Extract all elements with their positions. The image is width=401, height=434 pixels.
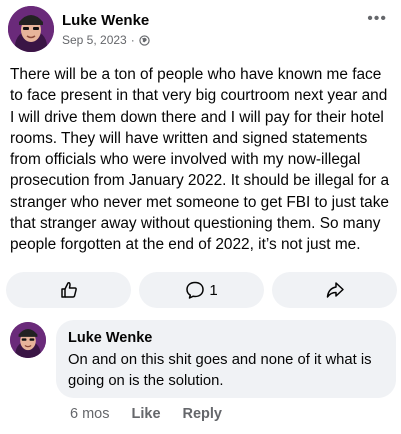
meta-separator: · <box>130 33 135 47</box>
comment-count: 1 <box>209 281 218 299</box>
comment-text: On and on this shit goes and none of it … <box>68 352 372 389</box>
avatar[interactable] <box>8 6 54 52</box>
comment-avatar[interactable] <box>10 322 46 358</box>
like-button[interactable] <box>6 272 131 308</box>
post-date[interactable]: Sep 5, 2023 <box>62 33 127 47</box>
avatar-image <box>8 6 54 52</box>
more-icon[interactable]: ••• <box>367 11 387 27</box>
thumbs-up-icon <box>60 282 77 298</box>
comment-button[interactable]: 1 <box>139 272 264 308</box>
comment-bubble: Luke Wenke On and on this shit goes and … <box>56 320 396 398</box>
post-meta: Sep 5, 2023 · <box>62 33 150 47</box>
comment-author-name[interactable]: Luke Wenke <box>68 330 384 346</box>
post-header: Luke Wenke Sep 5, 2023 · ••• <box>8 6 393 54</box>
comment-actions: 6 mos Like Reply <box>70 406 222 422</box>
comment-reply-button[interactable]: Reply <box>183 406 223 422</box>
avatar-image <box>10 322 46 358</box>
post-action-row: 1 <box>6 272 397 308</box>
post-text: There will be a ton of people who have k… <box>10 66 390 254</box>
post-author-name[interactable]: Luke Wenke <box>62 12 149 29</box>
share-button[interactable] <box>272 272 397 308</box>
comment-icon <box>186 281 205 299</box>
post-body: There will be a ton of people who have k… <box>10 64 395 256</box>
comment-like-button[interactable]: Like <box>132 406 161 422</box>
share-icon <box>326 282 344 298</box>
comment-time[interactable]: 6 mos <box>70 406 110 422</box>
globe-icon[interactable] <box>139 34 150 46</box>
